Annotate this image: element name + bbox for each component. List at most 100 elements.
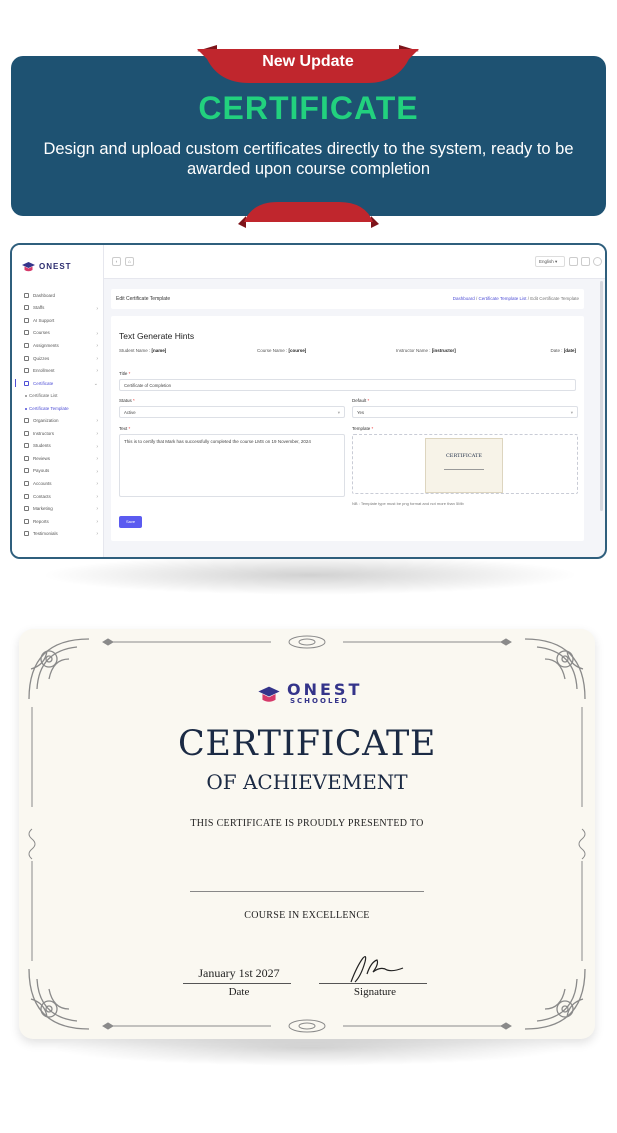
- chevron-right-icon: ›: [96, 506, 98, 513]
- chevron-right-icon: ›: [96, 518, 98, 525]
- fullscreen-icon[interactable]: [581, 257, 590, 266]
- sidebar-item-label: Students: [33, 443, 51, 449]
- save-button[interactable]: Save: [119, 516, 142, 528]
- app-logo-text: ONEST: [39, 261, 72, 271]
- sidebar-item-contacts[interactable]: Contacts ›: [12, 490, 104, 503]
- enroll-icon: [24, 368, 29, 374]
- accounts-icon: [24, 480, 29, 486]
- sidebar-item-label: Quizzes: [33, 355, 50, 361]
- sidebar-item-label: Payouts: [33, 468, 50, 474]
- breadcrumb-template-list[interactable]: Certificate Template List: [479, 296, 527, 301]
- sidebar-item-label: Contacts: [33, 493, 51, 499]
- title-value: Certificate of Completion: [124, 383, 172, 388]
- wallet-icon: [24, 468, 29, 474]
- building-icon: [24, 418, 29, 424]
- sidebar-item-accounts[interactable]: Accounts ›: [12, 477, 104, 490]
- text-label: Text *: [119, 426, 131, 431]
- signature-mark: [350, 956, 404, 983]
- template-upload[interactable]: CERTIFICATE: [352, 434, 578, 494]
- sidebar-item-certificate-list[interactable]: Certificate List: [12, 389, 104, 402]
- banner-description: Design and upload custom certificates di…: [43, 140, 574, 178]
- breadcrumb-separator: /: [527, 296, 530, 301]
- chevron-right-icon: ›: [96, 493, 98, 500]
- sidebar-item-dashboard[interactable]: Dashboard: [12, 289, 104, 302]
- app-logo[interactable]: ONEST: [22, 259, 72, 273]
- quote-icon: [24, 531, 29, 537]
- quiz-icon: [24, 355, 29, 361]
- default-select[interactable]: Yes ▾: [352, 406, 578, 418]
- home-icon: [24, 292, 29, 298]
- sidebar-item-certificate[interactable]: Certificate ⌄: [12, 377, 104, 390]
- users-icon: [24, 305, 29, 311]
- breadcrumb-dashboard[interactable]: Dashboard: [453, 296, 475, 301]
- sidebar-item-label: Staffs: [33, 305, 45, 311]
- sidebar-item-assignments[interactable]: Assignments ›: [12, 339, 104, 352]
- chevron-right-icon: ›: [96, 368, 98, 375]
- sidebar-item-label: Organization: [33, 418, 59, 424]
- template-preview-line: [444, 469, 484, 470]
- bell-icon[interactable]: [569, 257, 578, 266]
- sidebar-item-testimonials[interactable]: Testimonials ›: [12, 527, 104, 540]
- sidebar-item-staffs[interactable]: Staffs ›: [12, 302, 104, 315]
- chevron-right-icon: ›: [96, 330, 98, 337]
- sidebar-item-payouts[interactable]: Payouts ›: [12, 465, 104, 478]
- chevron-right-icon: ›: [96, 456, 98, 463]
- sidebar-item-label: Enrollment: [33, 368, 55, 374]
- admin-screenshot: ONEST Dashboard Staffs › AI Support Courses ›…: [10, 243, 607, 559]
- date-value: January 1st 2027: [198, 966, 280, 980]
- banner-title: CERTIFICATE: [198, 90, 419, 126]
- avatar[interactable]: [593, 257, 602, 266]
- sidebar-item-label: Reviews: [33, 455, 51, 461]
- sidebar-item-marketing[interactable]: Marketing ›: [12, 502, 104, 515]
- chevron-right-icon: ›: [96, 443, 98, 450]
- text-textarea[interactable]: This is to certify that Mark has success…: [119, 434, 345, 497]
- title-input[interactable]: Certificate of Completion: [119, 379, 576, 391]
- sidebar-item-label: Certificate List: [29, 393, 58, 399]
- sidebar-item-enrollment[interactable]: Enrollment ›: [12, 364, 104, 377]
- sidebar-item-reviews[interactable]: Reviews ›: [12, 452, 104, 465]
- chevron-right-icon: ›: [96, 481, 98, 488]
- sidebar-item-courses[interactable]: Courses ›: [12, 327, 104, 340]
- status-select[interactable]: Active ▾: [119, 406, 345, 418]
- home-icon[interactable]: ⌂: [125, 257, 134, 266]
- sidebar-item-students[interactable]: Students ›: [12, 440, 104, 453]
- chevron-left-icon[interactable]: ‹: [112, 257, 121, 266]
- sidebar-menu: Dashboard Staffs › AI Support Courses › Assign…: [12, 289, 104, 540]
- language-label: English: [539, 259, 554, 264]
- scrollbar[interactable]: [600, 281, 603, 511]
- sidebar-item-reports[interactable]: Reports ›: [12, 515, 104, 528]
- default-value: Yes: [357, 410, 365, 415]
- clipboard-icon: [24, 342, 29, 348]
- chevron-right-icon: ›: [96, 468, 98, 475]
- graduation-cap-icon: [258, 686, 280, 702]
- graduation-cap-icon: [22, 261, 35, 271]
- presented-to-text: THIS CERTIFICATE IS PROUDLY PRESENTED TO: [190, 818, 424, 829]
- chevron-right-icon: ›: [96, 431, 98, 438]
- sidebar-item-instructors[interactable]: Instructors ›: [12, 427, 104, 440]
- report-icon: [24, 518, 29, 524]
- sidebar-item-ai-support[interactable]: AI Support: [12, 314, 104, 327]
- default-label: Default *: [352, 398, 370, 403]
- template-preview-title: CERTIFICATE: [445, 453, 483, 459]
- recipient-name-line: [190, 891, 424, 892]
- chevron-right-icon: ›: [96, 343, 98, 350]
- sidebar-item-label: Testimonials: [33, 531, 58, 537]
- breadcrumb-separator: /: [476, 296, 478, 301]
- sidebar: ONEST Dashboard Staffs › AI Support Courses ›…: [12, 245, 104, 557]
- breadcrumb-current: Edit Certificate Template: [530, 296, 579, 301]
- language-select[interactable]: English ▾: [535, 256, 565, 267]
- star-icon: [24, 455, 29, 461]
- robot-icon: [24, 317, 29, 323]
- course-text: COURSE IN EXCELLENCE: [244, 910, 370, 921]
- sidebar-item-label: Accounts: [33, 480, 52, 486]
- chevron-down-icon: ▾: [337, 410, 340, 415]
- sidebar-item-certificate-template[interactable]: Certificate Template: [12, 402, 104, 415]
- edit-form-card: Text Generate Hints Student Name : [name…: [111, 316, 584, 541]
- sidebar-item-quizzes[interactable]: Quizzes ›: [12, 352, 104, 365]
- chevron-right-icon: ›: [96, 531, 98, 538]
- sidebar-item-organization[interactable]: Organization ›: [12, 414, 104, 427]
- student-icon: [24, 443, 29, 449]
- breadcrumb: Dashboard / Certificate Template List / …: [453, 296, 579, 301]
- contacts-icon: [24, 493, 29, 499]
- hint-date: Date : [date]: [550, 348, 576, 353]
